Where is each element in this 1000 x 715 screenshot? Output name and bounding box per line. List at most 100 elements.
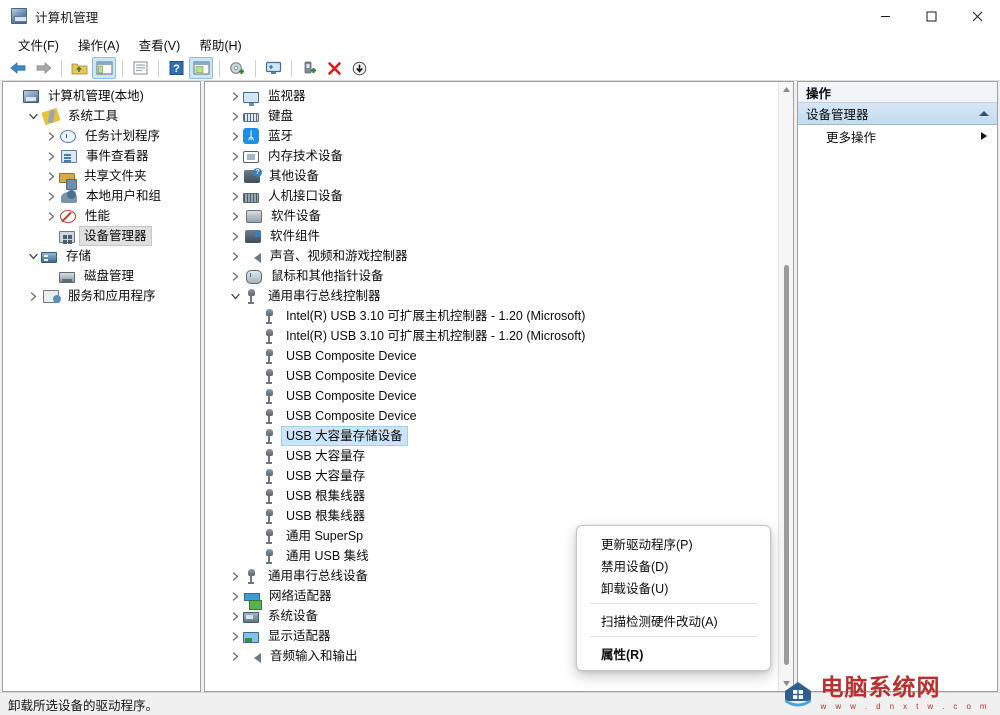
vertical-scrollbar[interactable] [778, 82, 793, 691]
show-hide-action-pane-button[interactable] [189, 57, 213, 79]
chevron-right-icon[interactable] [227, 611, 243, 621]
device-node-bluetooth[interactable]: ᛦ 蓝牙 [205, 126, 793, 146]
chevron-right-icon[interactable] [227, 191, 243, 201]
chevron-right-icon[interactable] [43, 151, 59, 161]
device-node-mice-pointing[interactable]: 鼠标和其他指针设备 [205, 266, 793, 286]
chevron-up-icon[interactable] [979, 111, 989, 116]
chevron-right-icon[interactable] [227, 91, 243, 101]
device-node-sound-video-game[interactable]: 声音、视频和游戏控制器 [205, 246, 793, 266]
device-leaf-usb-composite-4[interactable]: USB Composite Device [205, 406, 793, 426]
item-label: USB 根集线器 [286, 489, 366, 503]
device-leaf-intel-usb-xhci-1[interactable]: Intel(R) USB 3.10 可扩展主机控制器 - 1.20 (Micro… [205, 306, 793, 326]
maximize-button[interactable] [908, 0, 954, 33]
chevron-right-icon[interactable] [43, 171, 59, 181]
device-node-keyboards[interactable]: 键盘 [205, 106, 793, 126]
forward-button[interactable] [31, 57, 55, 79]
actions-item-more-actions[interactable]: 更多操作 [798, 125, 997, 147]
device-node-other-devices[interactable]: 其他设备 [205, 166, 793, 186]
chevron-down-icon[interactable] [25, 113, 41, 120]
chevron-right-icon[interactable] [25, 291, 41, 301]
chevron-right-icon[interactable] [43, 211, 59, 221]
update-driver-button[interactable] [225, 57, 249, 79]
scroll-up-arrow-icon[interactable] [779, 82, 793, 97]
chevron-right-icon[interactable] [227, 631, 243, 641]
minimize-button[interactable] [862, 0, 908, 33]
device-leaf-usb-composite-3[interactable]: USB Composite Device [205, 386, 793, 406]
chevron-down-icon[interactable] [227, 293, 243, 300]
item-label: 共享文件夹 [84, 169, 147, 183]
sidebar-item-performance[interactable]: 性能 [3, 206, 200, 226]
item-label: 软件设备 [271, 209, 322, 223]
sidebar-item-system-tools[interactable]: 系统工具 [3, 106, 200, 126]
chevron-right-icon[interactable] [227, 271, 243, 281]
device-leaf-usb-mass-storage-1[interactable]: USB 大容量存储设备 [205, 426, 793, 446]
mmc-icon [23, 90, 39, 103]
chevron-right-icon[interactable] [43, 131, 59, 141]
disable-device-button[interactable] [347, 57, 371, 79]
menu-file[interactable]: 文件(F) [10, 33, 67, 56]
menu-action[interactable]: 操作(A) [70, 33, 128, 56]
device-leaf-usb-mass-storage-2[interactable]: USB 大容量存 [205, 446, 793, 466]
menu-help[interactable]: 帮助(H) [191, 33, 249, 56]
sidebar-item-local-users-groups[interactable]: 本地用户和组 [3, 186, 200, 206]
device-leaf-intel-usb-xhci-2[interactable]: Intel(R) USB 3.10 可扩展主机控制器 - 1.20 (Micro… [205, 326, 793, 346]
ctx-properties[interactable]: 属性(R) [577, 642, 770, 664]
chevron-right-icon[interactable] [227, 211, 243, 221]
system-device-icon [243, 612, 259, 623]
chevron-right-icon[interactable] [227, 251, 243, 261]
scan-hardware-changes-button[interactable] [261, 57, 285, 79]
chevron-down-icon[interactable] [25, 253, 41, 260]
item-label: 监视器 [268, 89, 306, 103]
item-label: 网络适配器 [269, 589, 332, 603]
help-button[interactable]: ? [164, 57, 188, 79]
device-node-memory-technology[interactable]: 内存技术设备 [205, 146, 793, 166]
shared-folders-icon [59, 172, 77, 190]
sidebar-item-computer-management-local[interactable]: 计算机管理(本地) [3, 86, 200, 106]
close-button[interactable] [954, 0, 1000, 33]
ctx-update-driver[interactable]: 更新驱动程序(P) [577, 532, 770, 554]
performance-icon [60, 210, 76, 223]
ctx-disable-device[interactable]: 禁用设备(D) [577, 554, 770, 576]
menu-view[interactable]: 查看(V) [131, 33, 189, 56]
device-leaf-usb-composite-1[interactable]: USB Composite Device [205, 346, 793, 366]
uninstall-device-button[interactable] [322, 57, 346, 79]
usb-device-icon [261, 488, 277, 504]
chevron-right-icon[interactable] [227, 151, 243, 161]
chevron-right-icon[interactable] [227, 131, 243, 141]
device-node-hid[interactable]: 人机接口设备 [205, 186, 793, 206]
chevron-right-icon[interactable] [227, 111, 243, 121]
item-label: USB Composite Device [286, 349, 417, 363]
sidebar-item-storage[interactable]: 存储 [3, 246, 200, 266]
sidebar-item-shared-folders[interactable]: 共享文件夹 [3, 166, 200, 190]
device-leaf-usb-mass-storage-3[interactable]: USB 大容量存 [205, 466, 793, 486]
ctx-scan-hardware-changes[interactable]: 扫描检测硬件改动(A) [577, 609, 770, 631]
chevron-right-icon[interactable] [227, 651, 243, 661]
chevron-right-icon[interactable] [227, 571, 243, 581]
device-leaf-usb-composite-2[interactable]: USB Composite Device [205, 366, 793, 386]
up-one-level-button[interactable] [67, 57, 91, 79]
device-node-usb-controllers[interactable]: 通用串行总线控制器 [205, 286, 793, 306]
sidebar-item-disk-management[interactable]: 磁盘管理 [3, 266, 200, 286]
chevron-right-icon[interactable] [43, 191, 59, 201]
device-node-software-components[interactable]: 软件组件 [205, 226, 793, 246]
device-node-software-devices[interactable]: 软件设备 [205, 206, 793, 226]
chevron-right-icon[interactable] [227, 591, 243, 601]
device-leaf-usb-root-hub-1[interactable]: USB 根集线器 [205, 486, 793, 506]
ctx-uninstall-device[interactable]: 卸载设备(U) [577, 576, 770, 598]
properties-button[interactable] [128, 57, 152, 79]
chevron-right-icon[interactable] [227, 231, 243, 241]
item-label: 显示适配器 [268, 629, 331, 643]
usb-device-icon [261, 328, 277, 344]
actions-group-device-manager[interactable]: 设备管理器 [798, 103, 997, 125]
enable-device-button[interactable] [297, 57, 321, 79]
chevron-right-icon[interactable] [227, 171, 243, 181]
show-hide-console-tree-button[interactable] [92, 57, 116, 79]
sidebar-item-device-manager[interactable]: 设备管理器 [3, 226, 200, 246]
scrollbar-thumb[interactable] [784, 265, 789, 665]
back-button[interactable] [6, 57, 30, 79]
sidebar-item-task-scheduler[interactable]: 任务计划程序 [3, 126, 200, 146]
device-leaf-usb-root-hub-2[interactable]: USB 根集线器 [205, 506, 793, 526]
sidebar-item-event-viewer[interactable]: 事件查看器 [3, 146, 200, 166]
sidebar-item-services-applications[interactable]: 服务和应用程序 [3, 286, 200, 306]
device-node-monitors[interactable]: 监视器 [205, 86, 793, 106]
